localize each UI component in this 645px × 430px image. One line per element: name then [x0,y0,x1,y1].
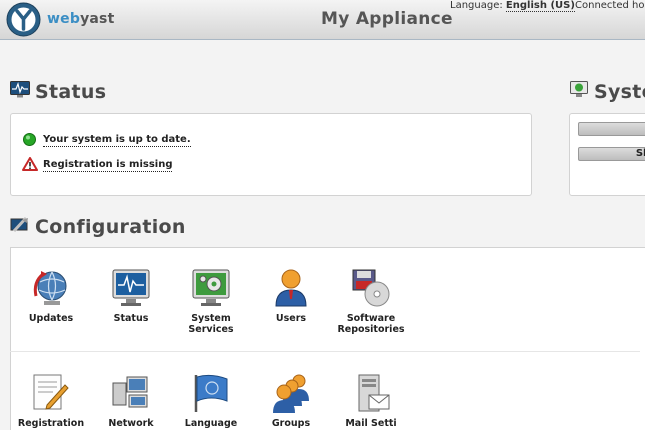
logo-text-bold: yast [80,11,115,27]
network-module[interactable]: Network [91,373,171,429]
mail-icon [358,374,390,412]
language-label: Language [184,418,238,429]
user-icon [275,269,307,307]
reboot-button-label: R [584,123,645,134]
configuration-section-icon [10,216,28,233]
mail-settings-module[interactable]: Mail Setti [331,373,411,429]
registration-module[interactable]: Registration [11,373,91,429]
system-services-icon [192,269,230,306]
system-section-icon [570,81,588,97]
registration-missing-link[interactable]: Registration is missing [43,159,173,172]
shutdown-button-label: Sh [635,148,645,159]
software-repositories-label: Software Repositories [337,313,405,335]
monitor-status-icon [112,269,150,306]
status-up-to-date-link[interactable]: Your system is up to date. [43,134,191,147]
status-label: Status [113,313,149,324]
software-repositories-icon [352,269,390,307]
webyast-logo-icon[interactable] [6,2,41,37]
updates-module[interactable]: Updates [11,268,91,324]
updates-label: Updates [28,313,74,324]
status-panel [10,113,532,196]
connected-host-text: Connected hos [575,0,645,11]
groups-label: Groups [271,418,311,429]
configuration-heading: Configuration [35,216,186,238]
globe-updates-icon [33,271,67,305]
logo-text-light: web [47,11,81,27]
registration-icon [33,374,69,410]
language-selector[interactable]: Language: English (US) [450,0,575,12]
language-flag-icon [194,374,228,412]
ok-status-icon [23,133,36,146]
system-services-module[interactable]: System Services [171,268,251,335]
warning-icon [22,157,38,171]
shutdown-button[interactable]: Sh [578,147,645,161]
registration-label: Registration [17,418,85,429]
network-label: Network [108,418,154,429]
network-icon [112,376,148,408]
language-label: Language: [450,0,503,11]
status-section-icon [10,81,30,98]
top-bar: webyast My Appliance Language: English (… [0,0,645,40]
users-module[interactable]: Users [251,268,331,324]
mail-settings-label: Mail Setti [345,418,397,429]
groups-module[interactable]: Groups [251,373,331,429]
system-services-label: System Services [188,313,234,335]
language-value-link[interactable]: English (US) [505,0,575,12]
status-heading: Status [35,81,107,103]
logo-text: webyast [47,11,114,27]
users-label: Users [275,313,307,324]
groups-icon [273,374,309,413]
language-module[interactable]: Language [171,373,251,429]
status-module[interactable]: Status [91,268,171,324]
reboot-button[interactable]: R [578,122,645,136]
page-title: My Appliance [321,9,453,29]
configuration-row-divider [10,351,640,352]
software-repositories-module[interactable]: Software Repositories [331,268,411,335]
system-heading: Syste [594,81,645,103]
